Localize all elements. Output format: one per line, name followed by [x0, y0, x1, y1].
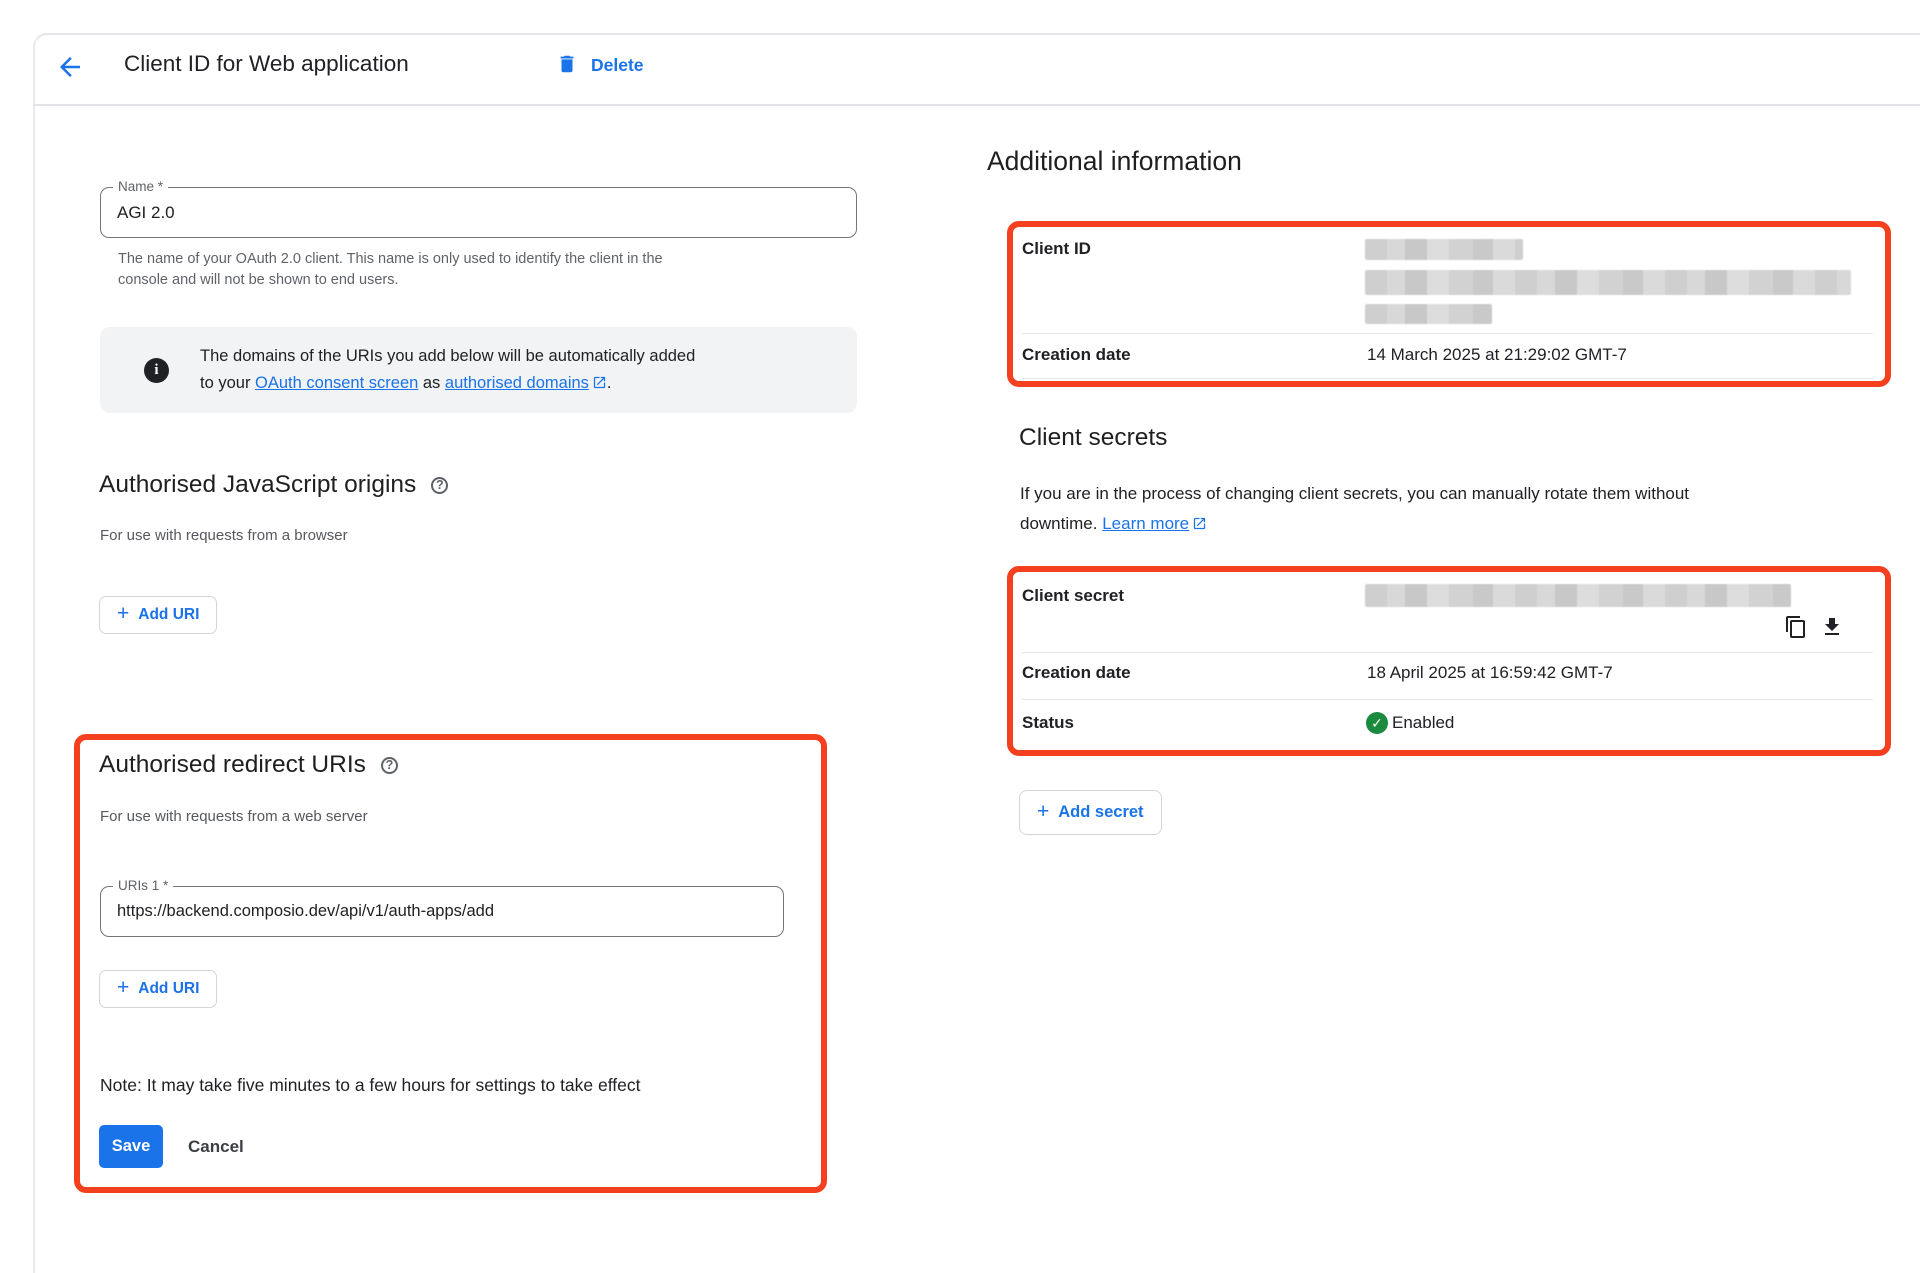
enabled-check-icon: ✓ [1366, 712, 1388, 734]
page-title: Client ID for Web application [124, 51, 409, 77]
plus-icon: + [117, 602, 129, 626]
client-id-creation-date-label: Creation date [1022, 345, 1131, 365]
row-divider [1022, 699, 1873, 700]
client-secrets-description: If you are in the process of changing cl… [1020, 479, 1689, 541]
copy-icon [1784, 627, 1808, 642]
name-field: Name * [100, 187, 857, 238]
download-button[interactable] [1819, 615, 1845, 641]
learn-more-link[interactable]: Learn more [1102, 514, 1189, 533]
back-button[interactable] [54, 52, 86, 84]
status-value: Enabled [1392, 713, 1454, 733]
authorised-domains-link[interactable]: authorised domains [445, 374, 589, 392]
additional-information-heading: Additional information [987, 146, 1242, 177]
client-id-creation-date-value: 14 March 2025 at 21:29:02 GMT-7 [1367, 345, 1627, 365]
info-banner-line2-suffix: . [607, 374, 612, 392]
external-link-icon [592, 372, 607, 399]
info-banner: i The domains of the URIs you add below … [100, 327, 857, 413]
client-secrets-desc-line2: downtime. Learn more [1020, 509, 1689, 541]
copy-button[interactable] [1783, 615, 1809, 641]
uris-field: URIs 1 * [100, 886, 784, 937]
redacted-client-secret [1365, 584, 1791, 607]
info-banner-text: The domains of the URIs you add below wi… [200, 343, 695, 398]
add-secret-button[interactable]: + Add secret [1019, 790, 1162, 835]
external-link-icon [1192, 511, 1207, 541]
js-origins-subtitle: For use with requests from a browser [100, 527, 348, 544]
redacted-client-id-line2 [1365, 270, 1851, 295]
client-secrets-desc-line1: If you are in the process of changing cl… [1020, 479, 1689, 509]
plus-icon: + [117, 976, 129, 1000]
redacted-client-id-line3 [1365, 304, 1492, 324]
row-divider [1022, 333, 1873, 334]
settings-note: Note: It may take five minutes to a few … [100, 1075, 641, 1096]
download-icon [1820, 627, 1844, 642]
add-uri-button-origins[interactable]: + Add URI [99, 596, 217, 634]
delete-button[interactable]: Delete [556, 48, 644, 82]
js-origins-heading: Authorised JavaScript origins ? [99, 471, 448, 499]
add-uri-button-redirect[interactable]: + Add URI [99, 970, 217, 1008]
secret-creation-date-value: 18 April 2025 at 16:59:42 GMT-7 [1367, 663, 1613, 683]
redirect-uris-help-icon[interactable]: ? [381, 757, 398, 774]
secret-creation-date-label: Creation date [1022, 663, 1131, 683]
row-divider [1022, 378, 1873, 379]
save-button[interactable]: Save [99, 1125, 163, 1168]
info-icon: i [144, 358, 169, 383]
js-origins-heading-text: Authorised JavaScript origins [99, 471, 416, 499]
page: Client ID for Web application Delete Nam… [0, 0, 1920, 1273]
client-secret-label: Client secret [1022, 586, 1124, 606]
name-helper-text: The name of your OAuth 2.0 client. This … [118, 249, 663, 291]
info-banner-line1: The domains of the URIs you add below wi… [200, 343, 695, 370]
redirect-uris-heading-text: Authorised redirect URIs [99, 751, 366, 779]
redirect-uris-heading: Authorised redirect URIs ? [99, 751, 398, 779]
redirect-uris-subtitle: For use with requests from a web server [100, 808, 368, 825]
name-helper-line2: console and will not be shown to end use… [118, 270, 663, 291]
trash-icon [556, 52, 578, 79]
row-divider [1022, 652, 1873, 653]
delete-label: Delete [591, 55, 644, 76]
info-banner-line2-prefix: to your [200, 374, 255, 392]
uris-input[interactable] [117, 887, 767, 936]
status-label: Status [1022, 713, 1074, 733]
name-input[interactable] [117, 188, 840, 237]
cancel-button[interactable]: Cancel [178, 1125, 254, 1168]
client-id-label: Client ID [1022, 239, 1091, 259]
header-divider [33, 104, 1920, 106]
js-origins-help-icon[interactable]: ? [431, 477, 448, 494]
add-uri-label: Add URI [138, 606, 199, 624]
name-helper-line1: The name of your OAuth 2.0 client. This … [118, 249, 663, 270]
back-arrow-icon [55, 70, 85, 85]
redacted-client-id-line1 [1365, 239, 1523, 260]
info-banner-line2-mid: as [418, 374, 445, 392]
add-secret-label: Add secret [1058, 803, 1143, 822]
add-uri-label: Add URI [138, 980, 199, 998]
client-secrets-heading: Client secrets [1019, 424, 1167, 452]
info-banner-line2: to your OAuth consent screen as authoris… [200, 370, 695, 399]
plus-icon: + [1037, 800, 1049, 824]
oauth-consent-screen-link[interactable]: OAuth consent screen [255, 374, 418, 392]
client-secrets-desc-line2-prefix: downtime. [1020, 514, 1102, 533]
